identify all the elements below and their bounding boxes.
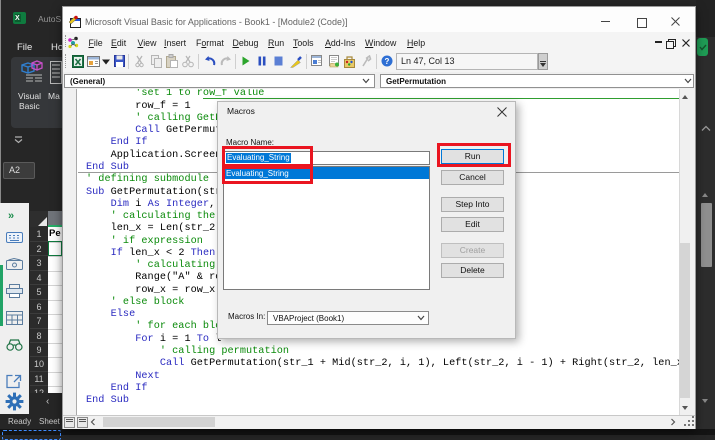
svg-text:?: ? xyxy=(385,57,390,66)
